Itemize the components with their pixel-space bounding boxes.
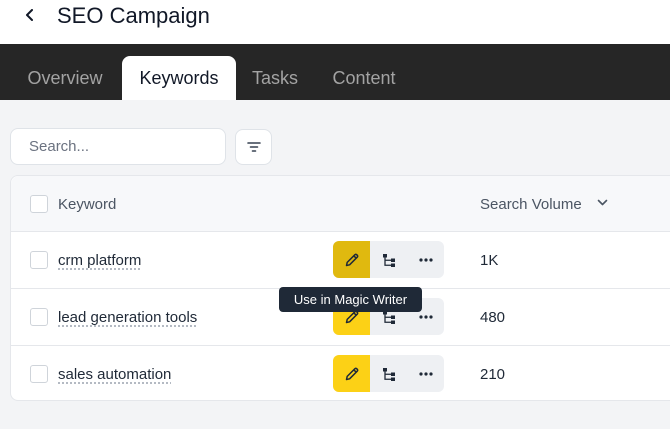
search-volume-cell: 210 [480,366,506,383]
more-icon [418,257,433,262]
table-row[interactable]: crm platform 1K [11,232,670,289]
magic-writer-tooltip: Use in Magic Writer [279,287,422,312]
row-actions [333,355,444,392]
page-title: SEO Campaign [57,3,210,28]
tab-tasks[interactable]: Tasks [240,56,310,100]
hierarchy-icon [382,253,395,267]
keyword-cell[interactable]: crm platform [58,252,141,269]
filter-icon [246,142,261,152]
magic-writer-button[interactable] [333,355,370,392]
search-volume-cell: 480 [480,309,506,326]
tab-keywords[interactable]: Keywords [122,56,236,100]
select-all-checkbox[interactable] [30,195,48,213]
more-icon [418,371,433,376]
back-button[interactable] [22,4,38,26]
search-volume-cell: 1K [480,252,499,269]
pencil-icon [345,253,358,266]
search-input[interactable] [10,128,226,165]
column-header-keyword[interactable]: Keyword [58,196,116,213]
keyword-cell[interactable]: lead generation tools [58,309,197,326]
pencil-icon [345,367,358,380]
row-checkbox[interactable] [30,251,48,269]
page-header: SEO Campaign [0,0,670,44]
filter-button[interactable] [235,129,272,165]
table-header: Keyword Search Volume [11,176,670,232]
chevron-left-icon [26,9,33,21]
more-icon [418,314,433,319]
row-checkbox[interactable] [30,365,48,383]
tab-bar: Overview Keywords Tasks Content [0,44,670,100]
keyword-cell[interactable]: sales automation [58,366,171,383]
more-button[interactable] [407,355,444,392]
hierarchy-button[interactable] [370,241,407,278]
tab-overview[interactable]: Overview [12,56,118,100]
more-button[interactable] [407,241,444,278]
table-row[interactable]: sales automation 210 [11,346,670,403]
hierarchy-button[interactable] [370,355,407,392]
column-header-search-volume[interactable]: Search Volume [480,196,582,213]
magic-writer-button[interactable] [333,241,370,278]
row-checkbox[interactable] [30,308,48,326]
row-actions [333,241,444,278]
hierarchy-icon [382,367,395,381]
chevron-down-icon[interactable] [597,199,608,207]
tab-content[interactable]: Content [316,56,412,100]
